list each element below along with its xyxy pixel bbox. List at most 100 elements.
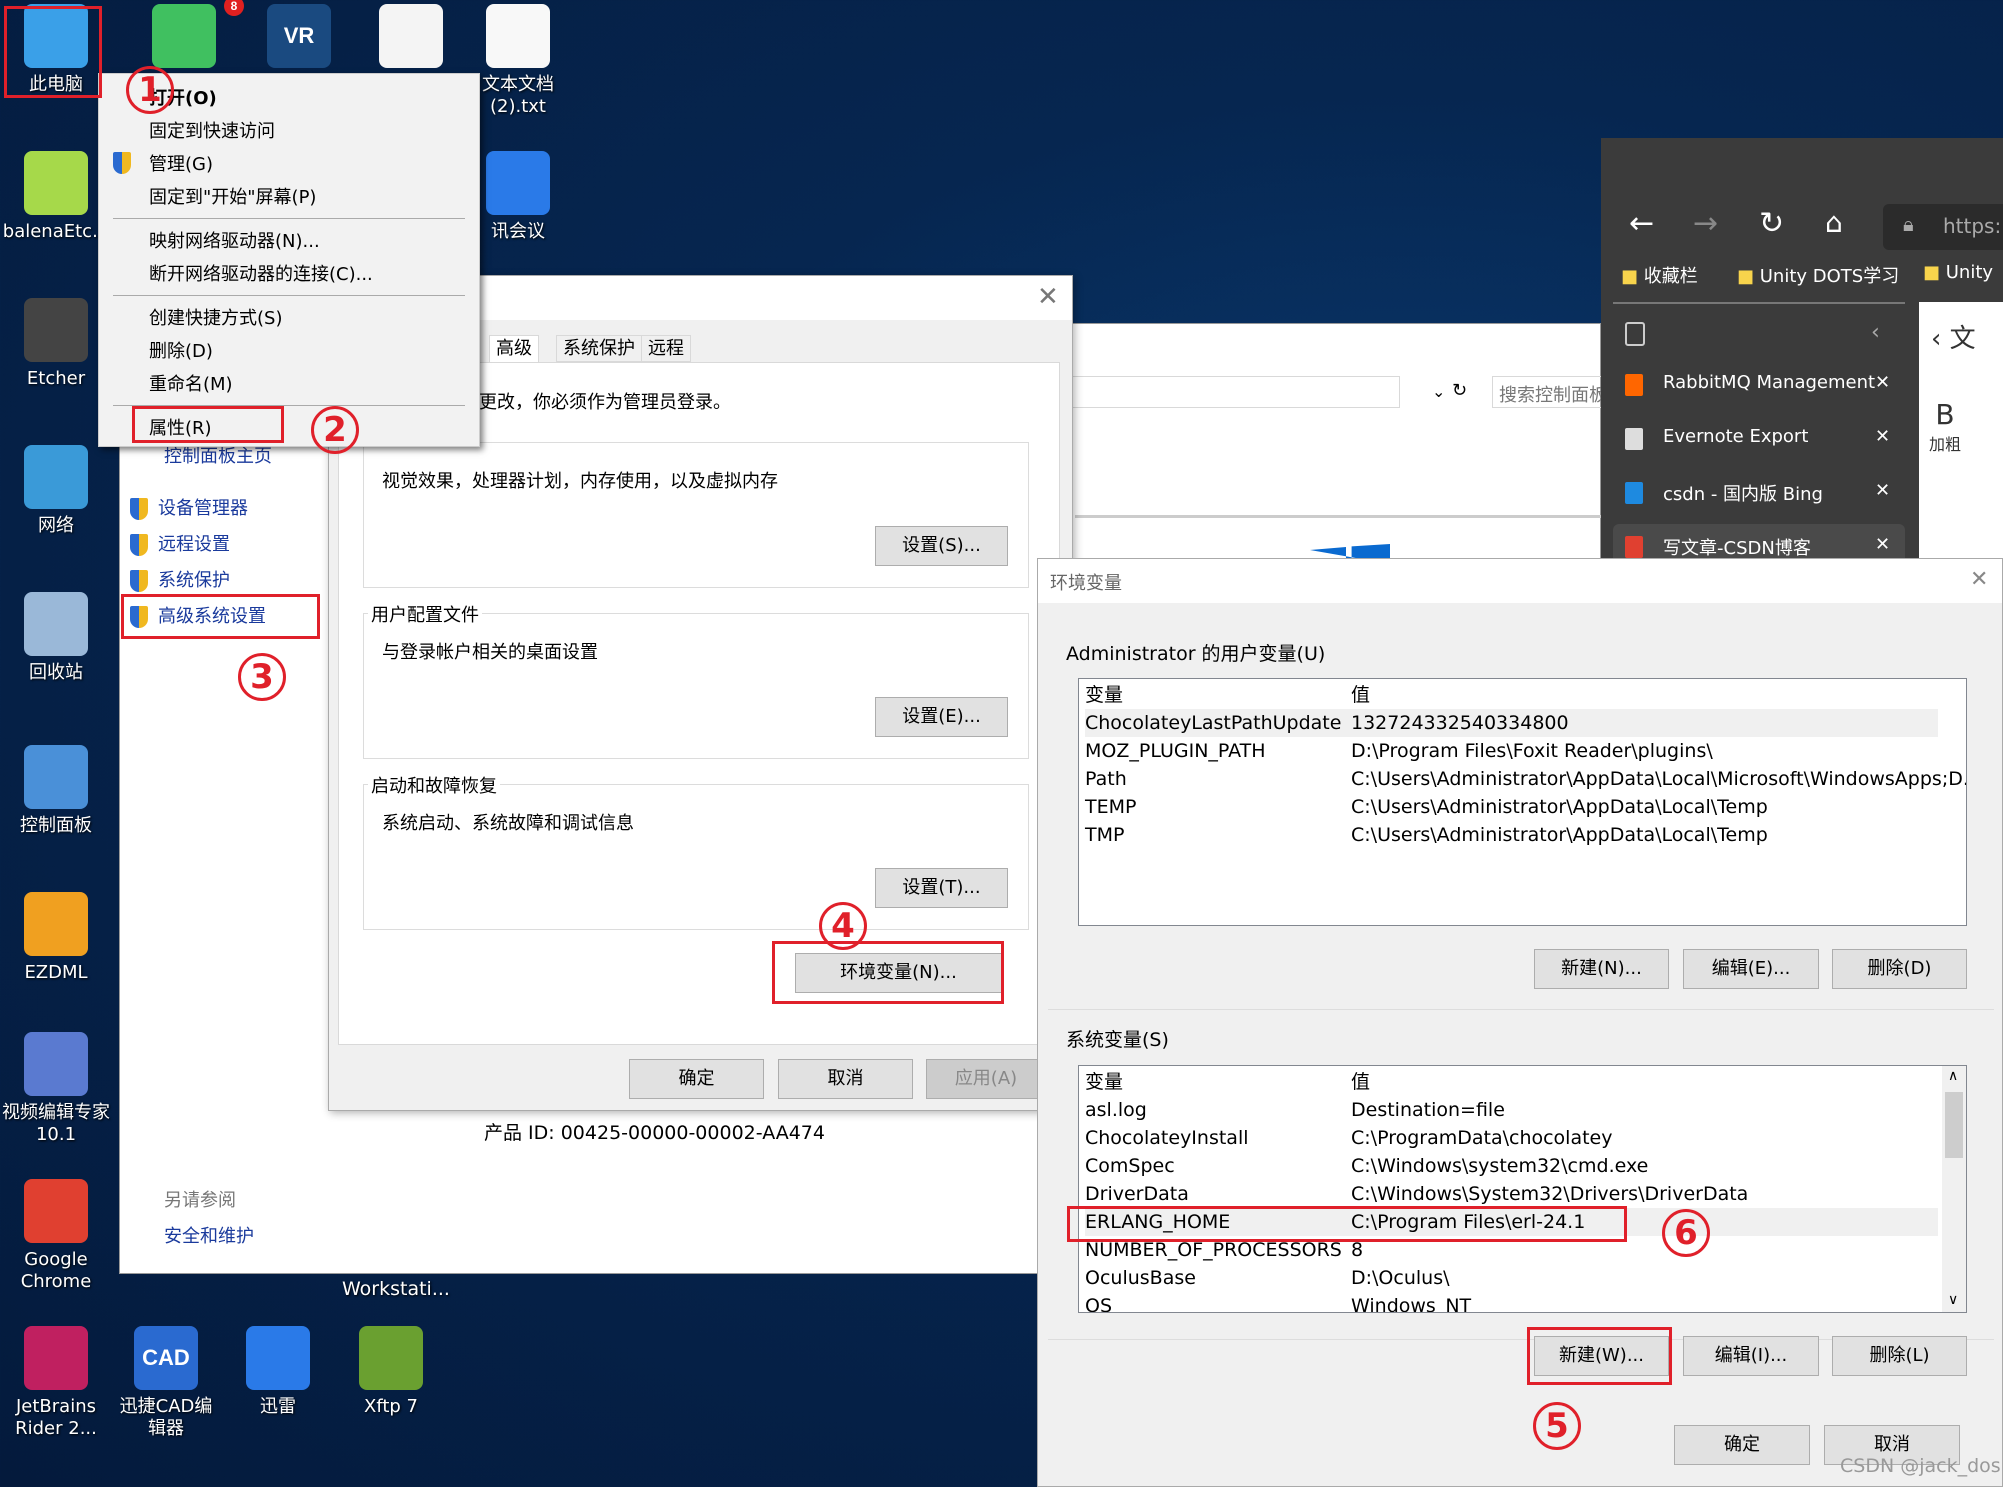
close-icon[interactable]: ✕ <box>1875 372 1890 393</box>
refresh-icon[interactable]: ↻ <box>1452 380 1467 401</box>
sys-edit-button[interactable]: 编辑(I)... <box>1683 1336 1819 1376</box>
profiles-settings-button[interactable]: 设置(E)... <box>875 697 1008 737</box>
workstation-label: Workstati... <box>342 1278 450 1300</box>
close-icon[interactable]: ✕ <box>1875 480 1890 501</box>
startup-settings-button[interactable]: 设置(T)... <box>875 868 1008 908</box>
performance-settings-button[interactable]: 设置(S)... <box>875 526 1008 566</box>
app-icon <box>24 1326 88 1390</box>
column-header-value[interactable]: 值 <box>1351 681 1370 709</box>
desktop-icon[interactable]: 网络 <box>0 441 112 537</box>
user-delete-button[interactable]: 删除(D) <box>1832 949 1967 989</box>
desktop-icon[interactable]: balenaEtc... <box>0 147 112 243</box>
desktop-icon[interactable]: CAD 迅捷CAD编 辑器 <box>110 1322 222 1440</box>
security-link[interactable]: 安全和维护 <box>164 1222 254 1248</box>
tab-sidebar: ‹ RabbitMQ Management ✕ Evernote Export ✕ cs… <box>1613 302 1905 568</box>
address-bar[interactable]: 🔒︎ https: <box>1883 204 2003 250</box>
icon-label: 网络 <box>38 515 74 536</box>
table-row[interactable]: ChocolateyInstall C:\ProgramData\chocolat… <box>1085 1124 1938 1152</box>
tab-actions-icon[interactable] <box>1625 322 1645 346</box>
browser-tab[interactable]: RabbitMQ Management ✕ <box>1613 362 1905 406</box>
ok-button[interactable]: 确定 <box>1674 1425 1810 1465</box>
table-row[interactable]: ChocolateyLastPathUpdate 1327243325403348… <box>1085 709 1938 737</box>
menu-item[interactable]: 删除(D) <box>149 337 213 363</box>
column-header-value[interactable]: 值 <box>1351 1068 1370 1096</box>
menu-item[interactable]: 映射网络驱动器(N)... <box>149 227 320 253</box>
scrollbar[interactable]: ∧ ∨ <box>1942 1066 1966 1312</box>
desktop-icon[interactable]: Etcher <box>0 294 112 390</box>
table-row[interactable]: TMP C:\Users\Administrator\AppData\Local\… <box>1085 821 1938 849</box>
column-header-variable[interactable]: 变量 <box>1085 1068 1123 1096</box>
search-input[interactable]: 搜索控制面板 <box>1492 376 1612 408</box>
variable-name: ChocolateyLastPathUpdate <box>1085 712 1342 734</box>
desktop-icon[interactable]: Xftp 7 <box>335 1322 447 1418</box>
ok-button[interactable]: 确定 <box>629 1059 764 1099</box>
menu-item[interactable]: 重命名(M) <box>149 370 233 396</box>
sys-delete-button[interactable]: 删除(L) <box>1832 1336 1967 1376</box>
icon-label: 回收站 <box>29 662 83 683</box>
tab-remote[interactable]: 远程 <box>641 335 691 362</box>
close-icon[interactable]: ✕ <box>1037 282 1059 312</box>
back-icon[interactable]: ← <box>1629 206 1654 241</box>
home-icon[interactable]: ⌂ <box>1825 206 1843 239</box>
table-row[interactable]: DriverData C:\Windows\System32\Drivers\Dr… <box>1085 1180 1938 1208</box>
desktop-icon[interactable]: 回收站 <box>0 588 112 684</box>
highlight-this-pc <box>4 6 102 98</box>
desktop-icon[interactable]: 迅雷 <box>222 1322 334 1418</box>
table-row[interactable]: TEMP C:\Users\Administrator\AppData\Local… <box>1085 793 1938 821</box>
menu-item[interactable]: 创建快捷方式(S) <box>149 304 282 330</box>
menu-item[interactable]: 断开网络驱动器的连接(C)... <box>149 260 373 286</box>
close-icon[interactable]: ✕ <box>1875 534 1890 555</box>
desktop-icon[interactable]: VR <box>243 0 355 74</box>
menu-item[interactable]: 固定到快速访问 <box>149 117 275 143</box>
desktop-icon[interactable]: Google Chrome <box>0 1175 112 1293</box>
bookmark-unity[interactable]: ■ Unity <box>1923 262 1993 283</box>
step-6: 6 <box>1662 1209 1710 1257</box>
user-vars-list[interactable]: 变量 值 ChocolateyLastPathUpdate 1327243325403… <box>1078 678 1967 926</box>
desktop-icon[interactable] <box>355 0 467 74</box>
sidebar-item-protection[interactable]: 系统保护 <box>130 566 230 592</box>
column-header-variable[interactable]: 变量 <box>1085 681 1123 709</box>
tab-system-protection[interactable]: 系统保护 <box>556 335 642 362</box>
desktop-icon[interactable]: 视频编辑专家 10.1 <box>0 1028 112 1146</box>
close-icon[interactable]: ✕ <box>1875 426 1890 447</box>
sidebar-item-remote[interactable]: 远程设置 <box>130 530 230 556</box>
table-row[interactable]: OculusBase D:\Oculus\ <box>1085 1264 1938 1292</box>
refresh-icon[interactable]: ↻ <box>1759 206 1784 241</box>
table-row[interactable]: ComSpec C:\Windows\system32\cmd.exe <box>1085 1152 1938 1180</box>
address-bar[interactable] <box>1070 376 1400 408</box>
browser-tab[interactable]: Evernote Export ✕ <box>1613 416 1905 460</box>
startup-group <box>363 784 1029 930</box>
desktop-icon[interactable]: EZDML <box>0 888 112 984</box>
bold-button[interactable]: B 加粗 <box>1929 398 1961 455</box>
bookmark-favorites[interactable]: ■ 收藏栏 <box>1621 262 1698 288</box>
desktop-icon[interactable]: 控制面板 <box>0 741 112 837</box>
scroll-thumb[interactable] <box>1945 1092 1963 1158</box>
user-vars-label: Administrator 的用户变量(U) <box>1066 643 1326 665</box>
close-icon[interactable]: ✕ <box>1970 567 1988 592</box>
forward-icon[interactable]: → <box>1693 206 1718 241</box>
menu-item[interactable]: 固定到"开始"屏幕(P) <box>149 183 316 209</box>
user-edit-button[interactable]: 编辑(E)... <box>1683 949 1819 989</box>
tab-advanced[interactable]: 高级 <box>489 335 539 364</box>
browser-tab[interactable]: csdn - 国内版 Bing ✕ <box>1613 470 1905 514</box>
user-new-button[interactable]: 新建(N)... <box>1534 949 1669 989</box>
desktop-icon[interactable]: 8 <box>128 0 244 74</box>
desktop-icon[interactable]: JetBrains Rider 2... <box>0 1322 112 1440</box>
sys-vars-list[interactable]: ∧ ∨ 变量 值 asl.log Destination=file Chocolatey… <box>1078 1065 1967 1313</box>
table-row[interactable]: MOZ_PLUGIN_PATH D:\Program Files\Foxit Re… <box>1085 737 1938 765</box>
dropdown-icon[interactable]: ⌄ <box>1432 382 1445 401</box>
scroll-up-icon[interactable]: ∧ <box>1948 1068 1958 1084</box>
cancel-button[interactable]: 取消 <box>778 1059 913 1099</box>
bookmark-unity-dots[interactable]: ■ Unity DOTS学习 <box>1737 262 1899 288</box>
variable-name: TEMP <box>1085 796 1137 818</box>
tab-title: 写文章-CSDN博客 <box>1663 538 1811 559</box>
table-row[interactable]: OS Windows_NT <box>1085 1292 1938 1312</box>
back-chevron[interactable]: ‹ 文 <box>1931 318 1976 355</box>
collapse-icon[interactable]: ‹ <box>1871 320 1880 345</box>
sidebar-item-device-manager[interactable]: 设备管理器 <box>130 494 248 520</box>
table-row[interactable]: asl.log Destination=file <box>1085 1096 1938 1124</box>
table-row[interactable]: Path C:\Users\Administrator\AppData\Local… <box>1085 765 1966 793</box>
watermark: CSDN @jack_dos <box>1840 1455 2001 1477</box>
menu-item[interactable]: 管理(G) <box>149 150 213 176</box>
scroll-down-icon[interactable]: ∨ <box>1948 1292 1958 1308</box>
